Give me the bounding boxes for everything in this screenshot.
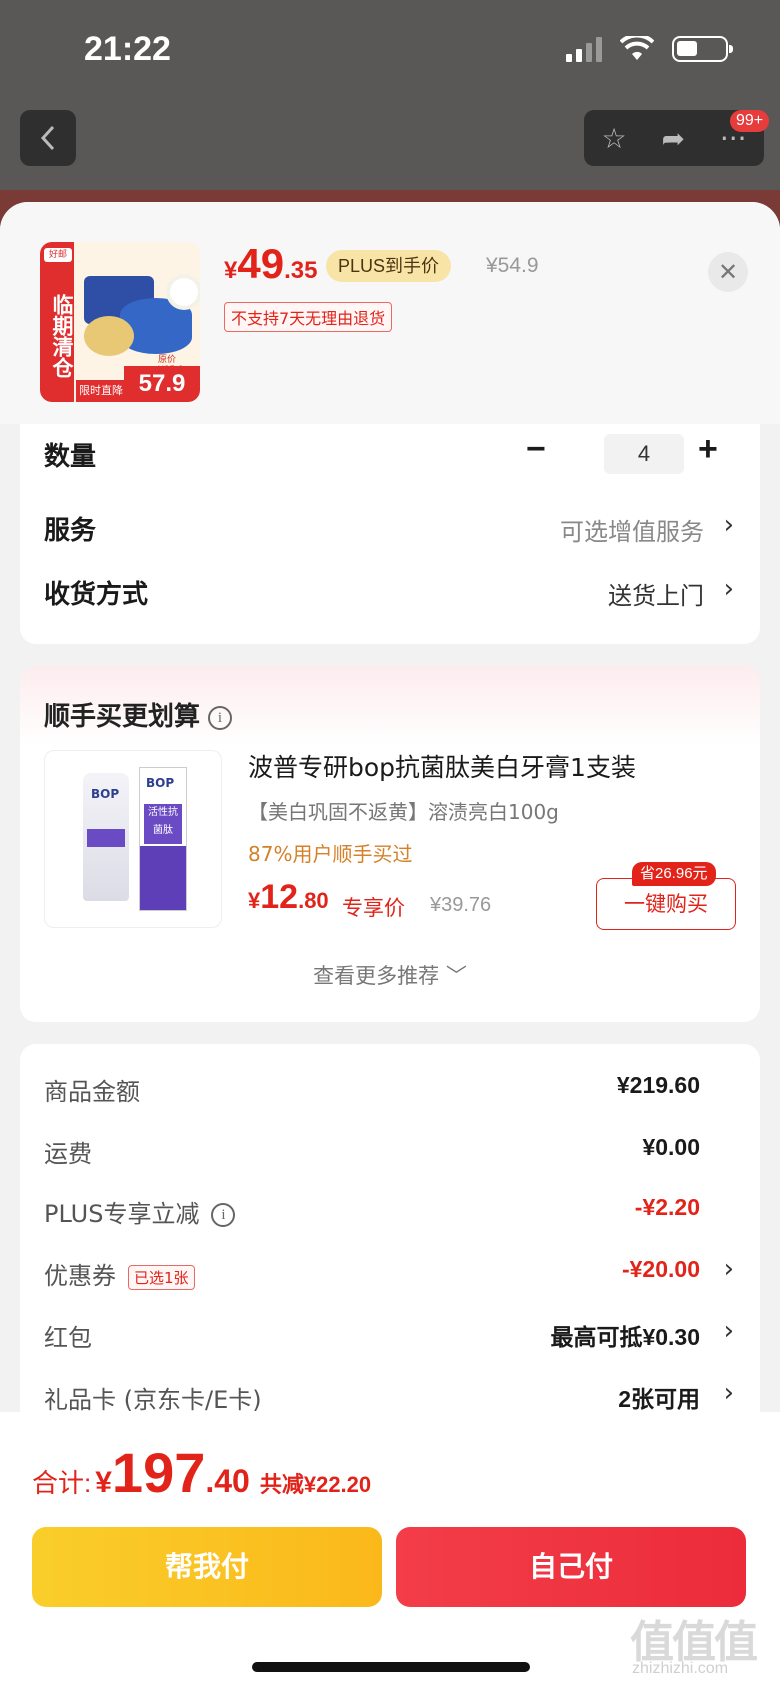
plus-discount-label: PLUS专享立减 [44,1200,200,1228]
wifi-icon [620,36,654,60]
coupon-label: 优惠券 [44,1262,116,1290]
tube-band [87,829,125,847]
save-amount-tag: 省26.96元 [632,862,716,886]
chevron-left-icon [40,125,55,151]
checkout-footer: 合计: ¥ 197 .40 共减¥22.20 帮我付 自己付 值值值 zhizh… [0,1412,780,1688]
original-price: ¥54.9 [486,254,539,277]
recommended-buyers-stat: 87%用户顺手买过 [248,842,413,866]
total-currency: ¥ [95,1466,112,1499]
recommendation-card: 顺手买更划算 i BOP BOP 活性抗菌肽 波普专研bop抗菌肽美白牙膏1支装 … [20,666,760,1022]
toothpaste-tube: BOP [83,773,129,901]
summary-label: 礼品卡 (京东卡/E卡) [44,1386,262,1414]
recommended-original-price: ¥39.76 [430,894,492,916]
sheet-header: 临期清仓 好邮 原价¥85.9 限时直降 57.9 ¥ 49 .35 PLUS到… [0,202,780,424]
quantity-input[interactable]: 4 [604,434,684,474]
box-label: BOP [146,776,175,790]
more-recommendations-link[interactable]: 查看更多推荐 ﹀ [20,960,760,990]
chevron-right-icon: › [723,1378,734,1408]
status-time: 21:22 [84,30,171,68]
total-label: 合计: [32,1468,92,1498]
total-reduction: 共减¥22.20 [259,1472,372,1497]
options-card: 数量 − 4 + 服务 可选增值服务 › 收货方式 送货上门 › [20,424,760,644]
status-icons [566,36,733,62]
summary-label: 商品金额 [44,1078,140,1106]
recommended-product-image[interactable]: BOP BOP 活性抗菌肽 [44,750,222,928]
summary-value: ¥0.00 [642,1134,700,1160]
delivery-label: 收货方式 [44,580,149,610]
chevron-right-icon: › [723,510,734,540]
summary-value: -¥2.20 [634,1194,700,1220]
exclusive-price-label: 专享价 [342,896,405,920]
total-amount: 合计: ¥ 197 .40 共减¥22.20 [32,1440,371,1505]
signal-icon [566,36,602,62]
price-decimal: .35 [284,257,318,284]
price-currency: ¥ [248,888,261,913]
quantity-label: 数量 [44,442,97,472]
chevron-down-icon: ﹀ [445,964,467,988]
recommended-price: ¥ 12 .80 [248,878,329,917]
cookie-tin [84,316,134,356]
thumb-note: 限时直降 [76,380,126,402]
watermark-url: zhizhizhi.com [632,1660,729,1677]
message-badge: 99+ [730,110,770,132]
summary-label: PLUS专享立减 i [44,1194,236,1229]
summary-value: 2张可用 [618,1386,700,1412]
product-thumbnail[interactable]: 临期清仓 好邮 原价¥85.9 限时直降 57.9 [40,242,200,402]
pay-myself-button[interactable]: 自己付 [396,1527,746,1607]
service-label: 服务 [44,516,97,546]
return-policy-badge: 不支持7天无理由退货 [224,302,393,332]
info-icon[interactable]: i [211,1203,236,1227]
price-integer: 12 [260,878,299,916]
summary-label: 运费 [44,1140,92,1168]
chevron-right-icon: › [723,1316,734,1346]
purchase-sheet: 临期清仓 好邮 原价¥85.9 限时直降 57.9 ¥ 49 .35 PLUS到… [0,202,780,1688]
thumb-side-text: 临期清仓 [40,242,74,402]
service-value: 可选增值服务 [560,518,704,546]
summary-value: 最高可抵¥0.30 [550,1324,700,1350]
help-me-pay-button[interactable]: 帮我付 [32,1527,382,1607]
quantity-plus-button[interactable]: + [698,430,718,469]
plus-price-tag: PLUS到手价 [326,250,452,282]
close-icon: ✕ [717,258,739,286]
total-decimal: .40 [205,1463,250,1499]
back-button[interactable] [20,110,76,166]
price-decimal: .80 [298,888,329,913]
toothpaste-box: BOP 活性抗菌肽 [139,767,187,911]
total-integer: 197 [111,1441,206,1504]
favorite-star-icon[interactable]: ☆ [601,122,626,155]
coupon-selected-tag: 已选1张 [128,1264,195,1290]
recommendation-title-text: 顺手买更划算 [44,702,201,732]
summary-label: 优惠券 已选1张 [44,1256,195,1291]
delivery-value: 送货上门 [608,582,704,610]
info-icon[interactable]: i [208,705,233,730]
recommendation-title: 顺手买更划算 i [44,696,233,733]
thumb-price: 57.9 [124,366,200,402]
price-currency: ¥ [224,257,238,284]
summary-value: ¥219.60 [616,1072,700,1098]
recommended-product-subtitle: 【美白巩固不返黄】溶渍亮白100g [248,800,559,824]
status-bar: 21:22 [0,0,780,100]
flower-decoration [170,278,198,306]
thumb-brand: 好邮 [44,248,72,262]
home-indicator[interactable] [252,1662,530,1672]
recommended-product-name[interactable]: 波普专研bop抗菌肽美白牙膏1支装 [248,748,636,784]
share-icon[interactable]: ➦ [661,122,684,155]
summary-label: 红包 [44,1324,92,1352]
close-button[interactable]: ✕ [708,252,748,292]
summary-value: -¥20.00 [621,1256,700,1282]
tube-label: BOP [91,787,120,801]
chevron-right-icon: › [723,1254,734,1284]
chevron-right-icon: › [723,574,734,604]
box-band: 活性抗菌肽 [144,804,182,844]
product-price: ¥ 49 .35 [224,240,317,288]
more-recommendations-text: 查看更多推荐 [313,964,440,988]
quantity-minus-button[interactable]: − [526,430,546,469]
price-integer: 49 [237,240,285,287]
battery-icon [672,36,733,62]
